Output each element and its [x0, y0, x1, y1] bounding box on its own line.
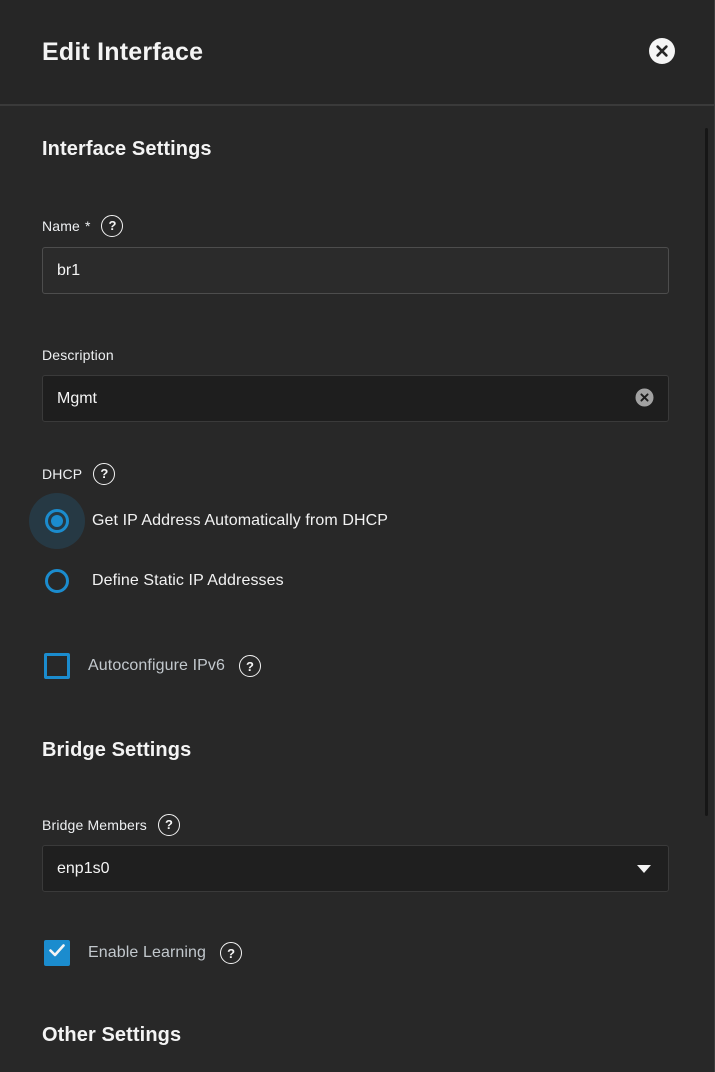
- help-icon[interactable]: ?: [93, 463, 115, 485]
- autoconfigure-ipv6-label: Autoconfigure IPv6: [88, 657, 225, 675]
- section-heading-bridge-settings: Bridge Settings: [42, 737, 668, 763]
- help-icon[interactable]: ?: [239, 655, 261, 677]
- close-icon: [648, 37, 676, 68]
- bridge-members-selected-value: enp1s0: [57, 860, 636, 878]
- radio-button-unselected[interactable]: [45, 569, 69, 593]
- drawer-body: Interface Settings Name * ? br1 Descript…: [0, 136, 714, 1048]
- radio-label: Define Static IP Addresses: [92, 572, 284, 590]
- description-input[interactable]: Mgmt: [42, 375, 669, 422]
- edit-interface-drawer: Edit Interface Interface Settings Name *…: [0, 0, 715, 1072]
- bridge-members-label-row: Bridge Members ?: [42, 813, 668, 836]
- checkbox-checked[interactable]: [44, 940, 70, 966]
- x-circle-icon: [635, 388, 654, 410]
- name-input-value: br1: [57, 262, 654, 280]
- name-input[interactable]: br1: [42, 247, 669, 294]
- bridge-members-dropdown[interactable]: enp1s0: [42, 845, 669, 892]
- radio-option-dhcp-auto[interactable]: Get IP Address Automatically from DHCP: [42, 493, 668, 549]
- section-heading-other-settings: Other Settings: [42, 1022, 668, 1048]
- checkbox-unchecked[interactable]: [44, 653, 70, 679]
- required-marker: *: [85, 218, 90, 234]
- dhcp-radio-group: Get IP Address Automatically from DHCP D…: [42, 493, 668, 605]
- bridge-members-label: Bridge Members: [42, 817, 147, 833]
- autoconfigure-ipv6-row[interactable]: Autoconfigure IPv6 ?: [42, 653, 668, 679]
- dhcp-label-row: DHCP ?: [42, 462, 668, 485]
- section-heading-interface-settings: Interface Settings: [42, 136, 668, 162]
- radio-label: Get IP Address Automatically from DHCP: [92, 512, 388, 530]
- help-icon[interactable]: ?: [158, 814, 180, 836]
- name-label: Name: [42, 218, 80, 234]
- close-button[interactable]: [648, 38, 676, 66]
- radio-button-selected[interactable]: [45, 509, 69, 533]
- chevron-down-icon: [636, 864, 652, 874]
- checkmark-icon: [49, 944, 65, 962]
- scrollbar-thumb[interactable]: [705, 128, 708, 816]
- drawer-header: Edit Interface: [0, 0, 714, 106]
- description-label-row: Description: [42, 346, 668, 363]
- description-input-value: Mgmt: [57, 390, 634, 408]
- help-icon[interactable]: ?: [220, 942, 242, 964]
- radio-option-static-ip[interactable]: Define Static IP Addresses: [42, 557, 668, 605]
- dhcp-label: DHCP: [42, 466, 82, 482]
- clear-description-button[interactable]: [634, 389, 654, 409]
- enable-learning-row[interactable]: Enable Learning ?: [42, 940, 668, 966]
- drawer-title: Edit Interface: [42, 38, 648, 67]
- name-label-row: Name * ?: [42, 214, 668, 237]
- description-label: Description: [42, 347, 114, 363]
- help-icon[interactable]: ?: [101, 215, 123, 237]
- enable-learning-label: Enable Learning: [88, 944, 206, 962]
- radio-focus-halo: [29, 493, 85, 549]
